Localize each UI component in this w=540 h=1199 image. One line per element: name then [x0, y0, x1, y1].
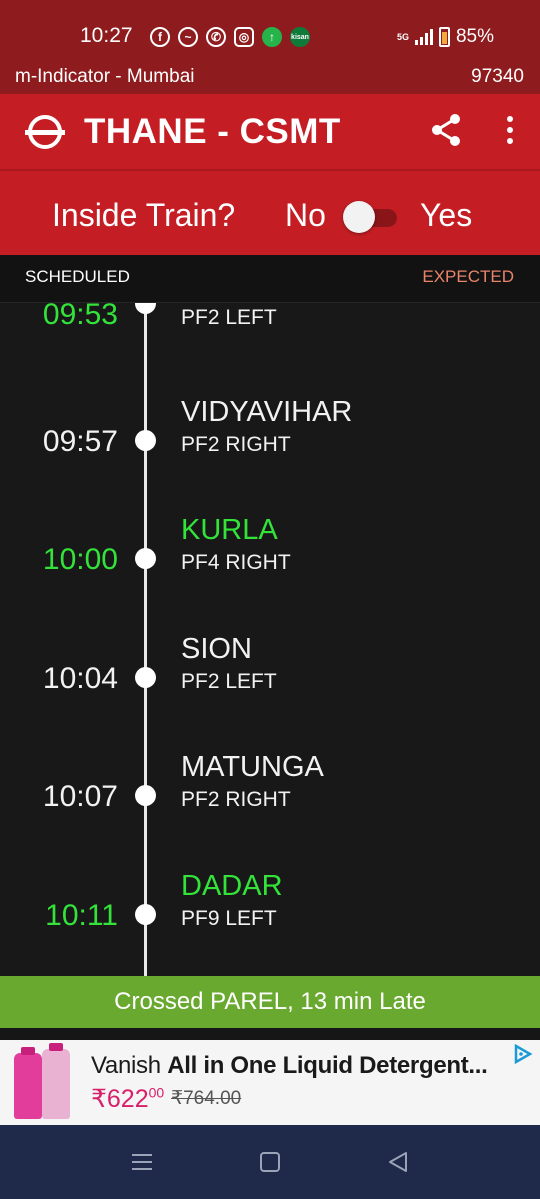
instagram-icon: ◎: [234, 27, 254, 47]
kisan-app-icon: kisan: [290, 27, 310, 47]
home-icon[interactable]: [255, 1147, 285, 1177]
stop-dot: [135, 667, 156, 688]
stop-item[interactable]: 10:04 SION PF2 LEFT: [0, 633, 540, 725]
ad-banner[interactable]: Vanish All in One Liquid Detergent... ₹6…: [0, 1040, 540, 1125]
stop-platform: PF2 RIGHT: [181, 433, 291, 456]
stop-item[interactable]: 10:07 MATUNGA PF2 RIGHT: [0, 751, 540, 843]
timeline-line: [144, 303, 147, 976]
app-code: 97340: [471, 66, 524, 87]
route-title: THANE - CSMT: [84, 112, 341, 151]
app-strip: m-Indicator - Mumbai 97340: [0, 62, 540, 94]
stop-platform: PF2 RIGHT: [181, 788, 291, 811]
ad-brand: Vanish: [91, 1052, 161, 1079]
train-status-banner: Crossed PAREL, 13 min Late: [0, 976, 540, 1028]
stops-timeline[interactable]: 09:53 PF2 LEFT 09:57 VIDYAVIHAR PF2 RIGH…: [0, 303, 540, 976]
share-icon[interactable]: [428, 112, 464, 148]
stop-station: SION: [181, 633, 252, 665]
stop-station: KURLA: [181, 514, 278, 546]
messenger-icon: ~: [178, 27, 198, 47]
status-right: 5G 85%: [397, 26, 494, 48]
signal-icon: [414, 29, 433, 45]
scheduled-header[interactable]: SCHEDULED: [25, 267, 130, 287]
facebook-icon: f: [150, 27, 170, 47]
system-nav-bar: [0, 1125, 540, 1199]
recents-menu-icon[interactable]: [127, 1147, 157, 1177]
stop-dot: [135, 548, 156, 569]
divider: [0, 1028, 540, 1040]
inside-train-yes-label: Yes: [420, 197, 473, 233]
status-bar: 10:27 f ~ ✆ ◎ ↑ kisan 5G 85%: [0, 0, 540, 62]
notification-icons: f ~ ✆ ◎ ↑ kisan: [150, 27, 310, 47]
toolbar: THANE - CSMT: [0, 94, 540, 169]
stop-time: 10:11: [45, 899, 118, 932]
inside-train-toggle[interactable]: [343, 201, 397, 233]
stop-platform: PF9 LEFT: [181, 907, 277, 930]
stop-time: 09:53: [42, 303, 118, 331]
back-icon[interactable]: [384, 1147, 414, 1177]
app-name: m-Indicator - Mumbai: [15, 66, 195, 87]
upload-icon: ↑: [262, 27, 282, 47]
more-options-icon[interactable]: [500, 114, 520, 148]
ad-price: ₹62200: [91, 1084, 164, 1114]
stop-dot: [135, 430, 156, 451]
stop-platform: PF2 LEFT: [181, 306, 277, 329]
stop-item[interactable]: 10:00 KURLA PF4 RIGHT: [0, 514, 540, 606]
status-time: 10:27: [80, 24, 133, 47]
ad-price-decimals: 00: [148, 1084, 165, 1101]
inside-train-row: Inside Train? No Yes: [0, 169, 540, 255]
expected-header[interactable]: EXPECTED: [422, 267, 514, 287]
ad-title-bold: All in One Liquid Detergent...: [167, 1052, 488, 1079]
battery-icon: [438, 27, 450, 47]
railway-logo-icon: [25, 115, 65, 149]
stop-station: MATUNGA: [181, 751, 324, 783]
ad-product-image[interactable]: [12, 1043, 72, 1120]
battery-level: 85%: [455, 26, 494, 47]
inside-train-no-label: No: [285, 197, 326, 233]
ad-title[interactable]: Vanish All in One Liquid Detergent...: [91, 1052, 488, 1080]
stop-time: 10:04: [42, 662, 118, 695]
stop-platform: PF2 LEFT: [181, 670, 277, 693]
stop-dot: [135, 904, 156, 925]
stop-time: 10:00: [42, 543, 118, 576]
stop-time: 09:57: [42, 425, 118, 458]
stop-platform: PF4 RIGHT: [181, 551, 291, 574]
inside-train-question: Inside Train?: [52, 197, 236, 233]
stop-item[interactable]: 09:57 VIDYAVIHAR PF2 RIGHT: [0, 396, 540, 488]
network-type: 5G: [396, 32, 409, 42]
ad-price-main: ₹622: [91, 1085, 149, 1113]
stop-time: 10:07: [42, 780, 118, 813]
whatsapp-icon: ✆: [206, 27, 226, 47]
column-header-row: SCHEDULED EXPECTED: [0, 255, 540, 303]
stop-dot: [135, 785, 156, 806]
adchoices-icon[interactable]: [512, 1044, 534, 1064]
ad-old-price: ₹764.00: [171, 1088, 242, 1109]
stop-station: DADAR: [181, 870, 283, 902]
stop-item[interactable]: 10:11 DADAR PF9 LEFT: [0, 870, 540, 962]
stop-item[interactable]: 09:53 PF2 LEFT: [0, 303, 540, 361]
toggle-thumb: [343, 201, 375, 233]
stop-station: VIDYAVIHAR: [181, 396, 353, 428]
stop-dot: [135, 303, 156, 314]
